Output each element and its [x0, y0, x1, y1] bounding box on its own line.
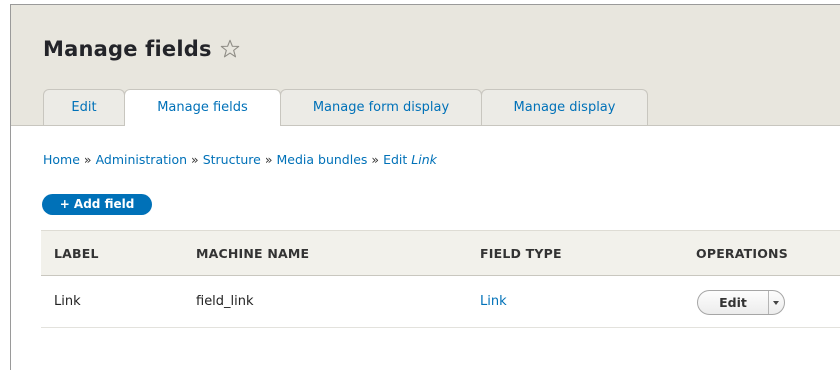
fields-table: LABEL MACHINE NAME FIELD TYPE OPERATIONS…	[41, 230, 840, 328]
breadcrumb-administration[interactable]: Administration	[96, 152, 187, 167]
column-field-type-header: FIELD TYPE	[480, 246, 562, 261]
table-row: Link field_link Link Edit	[41, 276, 840, 328]
field-machine-name: field_link	[196, 294, 254, 309]
breadcrumb-separator: »	[191, 152, 199, 167]
page-title: Manage fields	[43, 37, 212, 61]
breadcrumb-edit-prefix: Edit	[383, 152, 408, 167]
operations-dropbutton: Edit	[697, 290, 785, 315]
breadcrumb-separator: »	[371, 152, 380, 167]
field-type-link[interactable]: Link	[480, 276, 507, 327]
tab-manage-fields[interactable]: Manage fields	[124, 89, 281, 126]
column-operations-header: OPERATIONS	[696, 246, 788, 261]
chevron-down-icon	[773, 301, 779, 305]
edit-button[interactable]: Edit	[698, 291, 768, 314]
breadcrumb-separator: »	[83, 152, 92, 167]
breadcrumb-media-bundles[interactable]: Media bundles	[277, 152, 368, 167]
admin-frame: Manage fields Edit Manage fields Manage …	[10, 4, 840, 370]
field-label: Link	[54, 294, 81, 309]
tab-edit[interactable]: Edit	[43, 89, 125, 125]
breadcrumb-edit-name: Link	[411, 152, 437, 167]
breadcrumb: Home» Administration» Structure» Media bund…	[43, 152, 437, 167]
page-header: Manage fields Edit Manage fields Manage …	[11, 5, 840, 126]
dropbutton-toggle[interactable]	[769, 291, 785, 314]
tab-manage-display[interactable]: Manage display	[481, 89, 648, 125]
breadcrumb-home[interactable]: Home	[43, 152, 80, 167]
column-machine-name-header: MACHINE NAME	[196, 246, 310, 261]
add-field-button[interactable]: + Add field	[42, 194, 152, 215]
star-outline-icon[interactable]	[219, 38, 241, 60]
column-label-header: LABEL	[54, 246, 99, 261]
breadcrumb-edit-link[interactable]: Edit Link	[383, 152, 437, 167]
breadcrumb-structure[interactable]: Structure	[203, 152, 261, 167]
tab-manage-form-display[interactable]: Manage form display	[280, 89, 482, 125]
breadcrumb-separator: »	[264, 152, 273, 167]
table-header: LABEL MACHINE NAME FIELD TYPE OPERATIONS	[41, 230, 840, 276]
